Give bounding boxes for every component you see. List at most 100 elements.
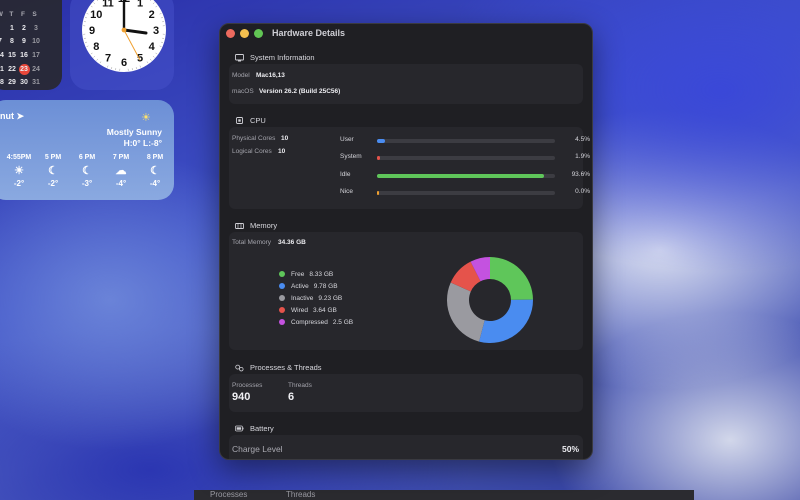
cpu-row-name: System	[340, 153, 362, 160]
calendar-week-row: 7 8 9 10	[0, 35, 52, 49]
cpu-bar-track	[377, 191, 555, 195]
weather-hour-temp: -4°	[149, 179, 161, 188]
background-tab-threads[interactable]: Threads	[286, 490, 315, 499]
model-label: Model	[232, 72, 250, 79]
weather-condition: Mostly Sunny	[106, 127, 162, 137]
memory-title: Memory	[250, 221, 278, 230]
minimize-button[interactable]	[240, 29, 249, 38]
legend-name: Compressed	[291, 318, 328, 326]
clock-number: 9	[89, 25, 95, 37]
clock-number: 11	[102, 0, 114, 9]
clock-number: 2	[149, 9, 155, 21]
zoom-button[interactable]	[254, 29, 263, 38]
calendar-header-row: W T F S	[0, 8, 52, 22]
legend-item-active: Active 9.78 GB	[279, 280, 353, 292]
hardware-details-window: Hardware Details System Information Mode…	[219, 23, 593, 460]
legend-item-inactive: Inactive 9.23 GB	[279, 292, 353, 304]
weather-hour: 7 PM ☁ -4°	[104, 154, 138, 188]
calendar-day: 31	[32, 79, 40, 87]
donut-slice-inactive	[447, 282, 485, 342]
calendar-week-row: 14 15 16 17	[0, 49, 52, 63]
weather-hour: 8 PM ☾ -4°	[138, 154, 172, 188]
legend-value: 3.64 GB	[312, 306, 337, 314]
weather-hour-time: 4:55PM	[6, 154, 32, 161]
weather-hour-temp: -2°	[47, 179, 59, 188]
calendar-week-row: 21 22 23 24	[0, 62, 52, 76]
weather-hour-time: 6 PM	[78, 154, 96, 161]
cpu-row-percent: 1.9%	[575, 153, 590, 160]
macos-label: macOS	[232, 88, 254, 95]
background-tab-processes[interactable]: Processes	[210, 490, 247, 499]
clock-number: 6	[121, 57, 127, 69]
gears-icon	[235, 363, 244, 372]
legend-item-free: Free 8.33 GB	[279, 268, 353, 280]
cpu-bar-track	[377, 174, 555, 178]
moon-icon: ☾	[150, 165, 160, 177]
calendar-day: 30	[20, 79, 28, 87]
processes-header: Processes & Threads	[235, 363, 322, 372]
memory-legend: Free 8.33 GB Active 9.78 GB Inactive 9.2…	[279, 268, 353, 328]
calendar-day: 15	[8, 52, 16, 60]
legend-item-wired: Wired 3.64 GB	[279, 304, 353, 316]
cpu-bar-track	[377, 139, 555, 143]
clock-widget[interactable]: 121234567891011	[70, 0, 174, 90]
legend-name: Inactive	[291, 294, 314, 302]
calendar-week-row: 1 2 3	[0, 22, 52, 36]
logical-cores-value: 10	[278, 148, 286, 155]
legend-value: 9.78 GB	[313, 282, 338, 290]
threads-label: Threads	[288, 382, 312, 389]
processes-title: Processes & Threads	[250, 363, 322, 372]
calendar-grid: W T F S 1 2 3 7 8 9 10 14 15 16 17 21 22…	[0, 8, 52, 90]
charge-level-label: Charge Level	[232, 444, 283, 454]
calendar-day-header: T	[9, 11, 14, 19]
window-titlebar[interactable]: Hardware Details	[220, 24, 592, 44]
threads-value: 6	[288, 391, 295, 403]
cpu-row-percent: 4.5%	[575, 136, 590, 143]
clock-number: 1	[137, 0, 143, 9]
weather-widget[interactable]: nut ➤ ☀ Mostly Sunny H:0° L:-8° 4:55PM ☀…	[0, 100, 174, 200]
cpu-row-name: User	[340, 136, 354, 143]
calendar-day: 17	[32, 52, 40, 60]
legend-value: 2.5 GB	[332, 318, 354, 326]
cpu-title: CPU	[250, 116, 266, 125]
calendar-day: 3	[34, 24, 38, 32]
sunset-icon: ☀	[14, 165, 24, 177]
background-window-tabbar: Processes Threads	[194, 490, 694, 500]
memory-donut-chart	[447, 257, 533, 343]
calendar-day: 8	[10, 38, 14, 46]
legend-value: 8.33 GB	[309, 270, 334, 278]
legend-dot	[279, 319, 285, 325]
calendar-week-row: 28 29 30 31	[0, 76, 52, 90]
battery-title: Battery	[250, 424, 274, 433]
cpu-row-idle: Idle 93.6%	[340, 171, 590, 181]
clock-face: 121234567891011	[82, 0, 166, 72]
charge-level-value: 50%	[561, 444, 579, 454]
calendar-day: 24	[32, 65, 40, 73]
window-title: Hardware Details	[272, 28, 346, 38]
calendar-day: 22	[8, 65, 16, 73]
weather-hour: 5 PM ☾ -2°	[36, 154, 70, 188]
model-value: Mac16,13	[256, 72, 285, 79]
battery-panel: Charge Level 50%	[229, 435, 583, 459]
system-info-title: System Information	[250, 53, 315, 62]
weather-hour: 6 PM ☾ -3°	[70, 154, 104, 188]
physical-cores-label: Physical Cores	[232, 135, 276, 142]
cpu-row-system: System 1.9%	[340, 153, 590, 163]
calendar-day-header: S	[32, 11, 37, 19]
memory-icon	[235, 221, 244, 230]
cpu-row-percent: 93.6%	[571, 171, 590, 178]
calendar-day: 1	[10, 24, 14, 32]
close-button[interactable]	[226, 29, 235, 38]
cpu-row-name: Idle	[340, 171, 351, 178]
calendar-day: 10	[32, 38, 40, 46]
calendar-day: 9	[22, 38, 26, 46]
weather-hour-time: 8 PM	[146, 154, 164, 161]
calendar-widget[interactable]: W T F S 1 2 3 7 8 9 10 14 15 16 17 21 22…	[0, 0, 62, 90]
legend-dot	[279, 307, 285, 313]
battery-header: Battery	[235, 424, 274, 433]
clock-number: 8	[93, 41, 99, 53]
battery-icon	[235, 424, 244, 433]
cloud-moon-icon: ☁	[115, 165, 127, 177]
clock-number: 5	[137, 53, 143, 65]
system-info-panel: Model Mac16,13 macOS Version 26.2 (Build…	[229, 64, 583, 104]
